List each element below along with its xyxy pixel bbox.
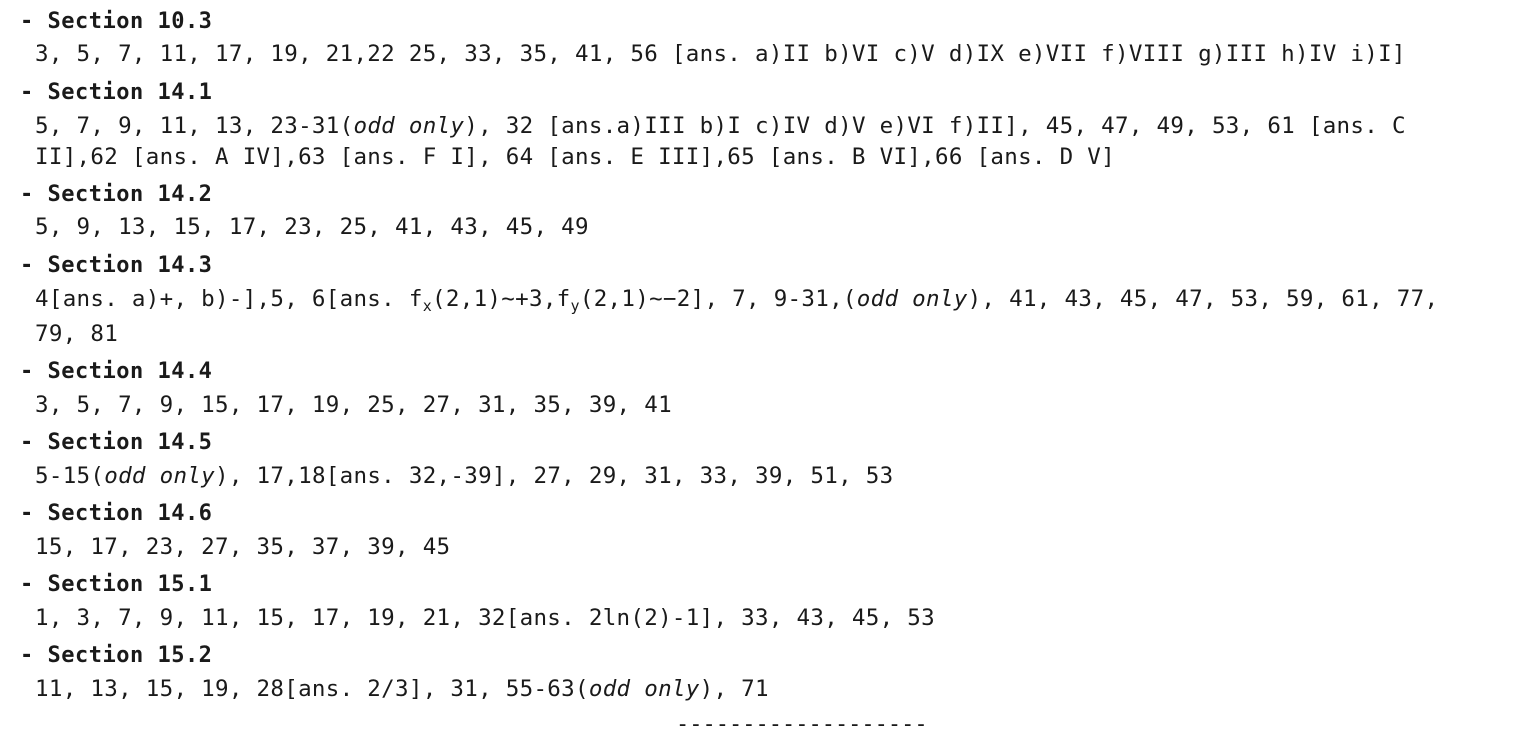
- subscript: x: [422, 297, 433, 315]
- section-14-3-problems-line2: 79, 81: [35, 321, 119, 347]
- text-run: ), 41, 43, 45, 47, 53, 59, 61, 77,: [967, 286, 1439, 312]
- section-14-1-problems-line2: II],62 [ans. A IV],63 [ans. F I], 64 [an…: [35, 144, 1115, 170]
- divider-rule: -------------------: [676, 712, 928, 737]
- text-run: 11, 13, 15, 19, 28[ans. 2/3], 31, 55-63(: [35, 676, 589, 702]
- section-15-1-problems: 1, 3, 7, 9, 11, 15, 17, 19, 21, 32[ans. …: [35, 605, 935, 631]
- section-15-2-problems: 11, 13, 15, 19, 28[ans. 2/3], 31, 55-63(…: [35, 673, 769, 706]
- text-run: 5-15(: [35, 463, 105, 489]
- text-run: ), 32 [ans.a)III b)I c)IV d)V e)VI f)II]…: [464, 113, 1406, 139]
- section-heading-14-2: - Section 14.2: [20, 182, 213, 207]
- text-run: ), 17,18[ans. 32,-39], 27, 29, 31, 33, 3…: [215, 463, 894, 489]
- italic-text: odd only: [353, 113, 465, 139]
- italic-text: odd only: [588, 676, 700, 702]
- section-heading-15-1: - Section 15.1: [20, 572, 213, 597]
- section-heading-10-3: - Section 10.3: [20, 9, 213, 34]
- section-heading-14-5: - Section 14.5: [20, 430, 213, 455]
- text-run: ), 71: [699, 676, 769, 702]
- section-10-3-problems: 3, 5, 7, 11, 17, 19, 21,22 25, 33, 35, 4…: [35, 41, 1406, 67]
- subscript: y: [570, 297, 580, 315]
- section-14-4-problems: 3, 5, 7, 9, 15, 17, 19, 25, 27, 31, 35, …: [35, 392, 672, 418]
- section-14-1-problems-line1: 5, 7, 9, 11, 13, 23-31(odd only), 32 [an…: [35, 110, 1406, 143]
- text-run: 4[ans. a)+, b)-],5, 6[ans. f: [35, 286, 423, 312]
- section-14-5-problems: 5-15(odd only), 17,18[ans. 32,-39], 27, …: [35, 460, 893, 493]
- section-14-6-problems: 15, 17, 23, 27, 35, 37, 39, 45: [35, 534, 451, 560]
- section-14-2-problems: 5, 9, 13, 15, 17, 23, 25, 41, 43, 45, 49: [35, 214, 589, 240]
- text-run: (2,1)~+3,f: [432, 286, 571, 312]
- text-run: 5, 7, 9, 11, 13, 23-31(: [35, 113, 354, 139]
- italic-text: odd only: [856, 286, 968, 312]
- text-run: (2,1)~−2], 7, 9-31,(: [579, 286, 857, 312]
- italic-text: odd only: [104, 463, 216, 489]
- section-heading-14-4: - Section 14.4: [20, 359, 213, 384]
- section-heading-14-1: - Section 14.1: [20, 80, 213, 105]
- section-heading-14-6: - Section 14.6: [20, 501, 213, 526]
- section-heading-14-3: - Section 14.3: [20, 253, 213, 278]
- section-heading-15-2: - Section 15.2: [20, 643, 213, 668]
- section-14-3-problems-line1: 4[ans. a)+, b)-],5, 6[ans. fx(2,1)~+3,fy…: [35, 283, 1438, 316]
